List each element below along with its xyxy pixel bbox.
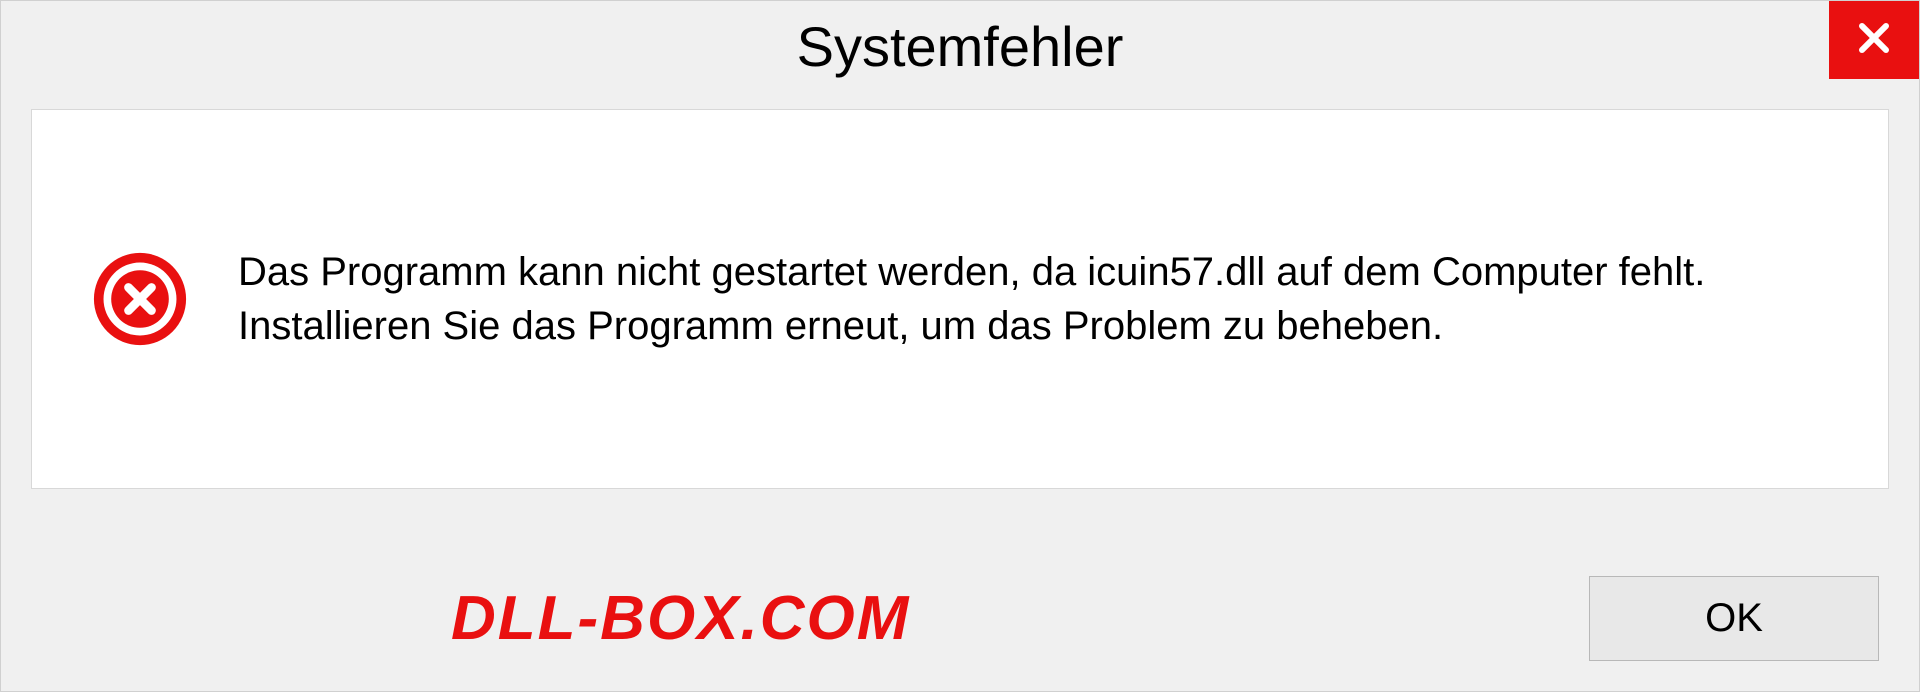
watermark-text: DLL-BOX.COM (451, 583, 910, 654)
title-bar: Systemfehler (1, 1, 1919, 91)
dialog-title: Systemfehler (797, 14, 1124, 79)
error-dialog: Systemfehler Das Programm kann nicht ges… (0, 0, 1920, 692)
close-button[interactable] (1829, 1, 1919, 79)
close-icon (1854, 18, 1894, 63)
dialog-footer: DLL-BOX.COM OK (1, 576, 1919, 661)
ok-button-label: OK (1705, 596, 1763, 641)
ok-button[interactable]: OK (1589, 576, 1879, 661)
error-icon (92, 251, 188, 347)
error-message: Das Programm kann nicht gestartet werden… (238, 245, 1828, 353)
content-area: Das Programm kann nicht gestartet werden… (31, 109, 1889, 489)
